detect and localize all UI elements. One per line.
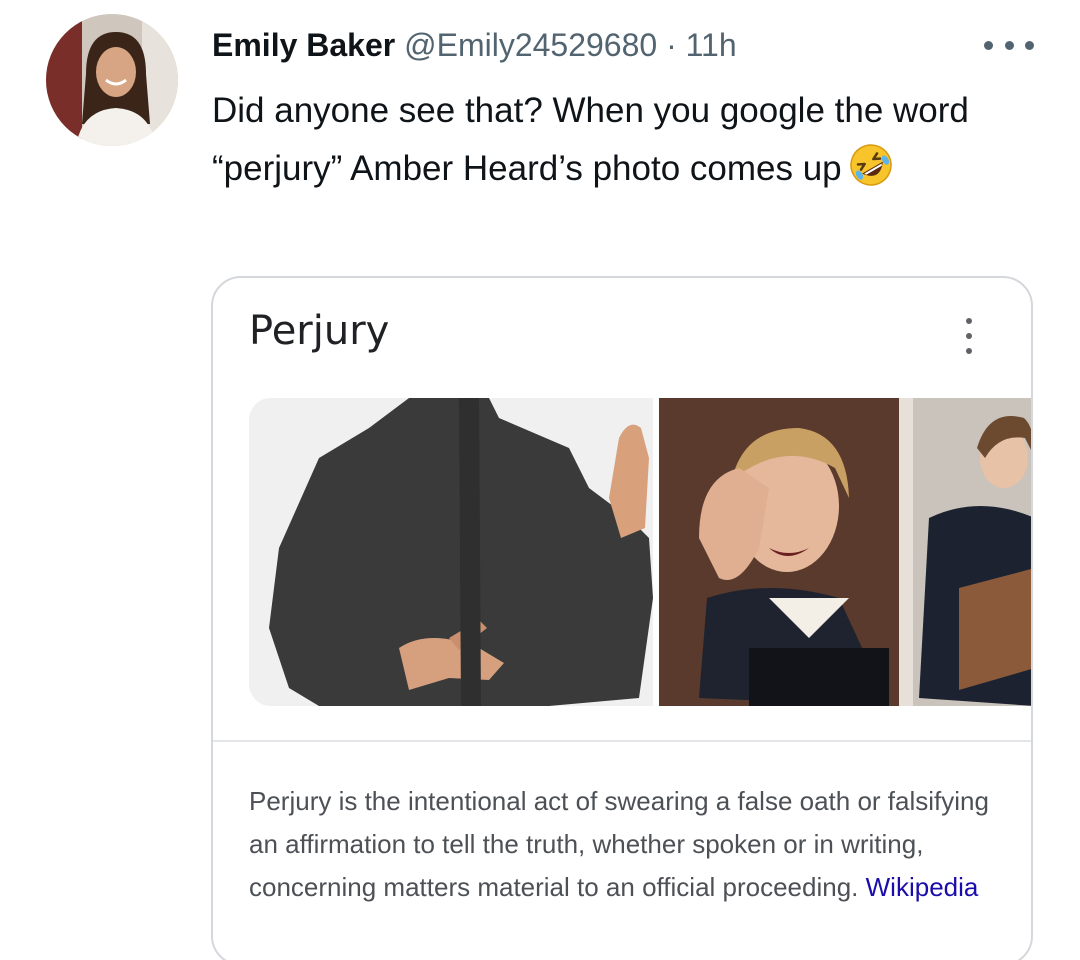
- search-result-card[interactable]: Perjury Perjury is the intentional act o…: [211, 276, 1033, 960]
- card-description: Perjury is the intentional act of sweari…: [249, 780, 999, 909]
- wikipedia-link[interactable]: Wikipedia: [866, 872, 979, 902]
- tweet-header: Emily Baker @Emily24529680 · 11h: [212, 26, 737, 64]
- rolling-on-floor-laughing-icon: [848, 142, 894, 206]
- card-title: Perjury: [249, 308, 390, 354]
- author-handle[interactable]: @Emily24529680: [404, 27, 657, 63]
- tweet-text: Did anyone see that? When you google the…: [212, 82, 1032, 206]
- more-vertical-icon[interactable]: [961, 318, 977, 354]
- header-separator: ·: [666, 27, 677, 63]
- timestamp[interactable]: 11h: [686, 27, 737, 63]
- avatar[interactable]: [46, 14, 178, 146]
- tweet[interactable]: Emily Baker @Emily24529680 · 11h Did any…: [0, 0, 1080, 960]
- crossed-fingers-image[interactable]: [249, 398, 653, 706]
- author-name[interactable]: Emily Baker: [212, 27, 395, 63]
- amber-heard-photo[interactable]: [659, 398, 1031, 706]
- card-divider: [213, 740, 1031, 742]
- more-horizontal-icon[interactable]: [984, 30, 1034, 60]
